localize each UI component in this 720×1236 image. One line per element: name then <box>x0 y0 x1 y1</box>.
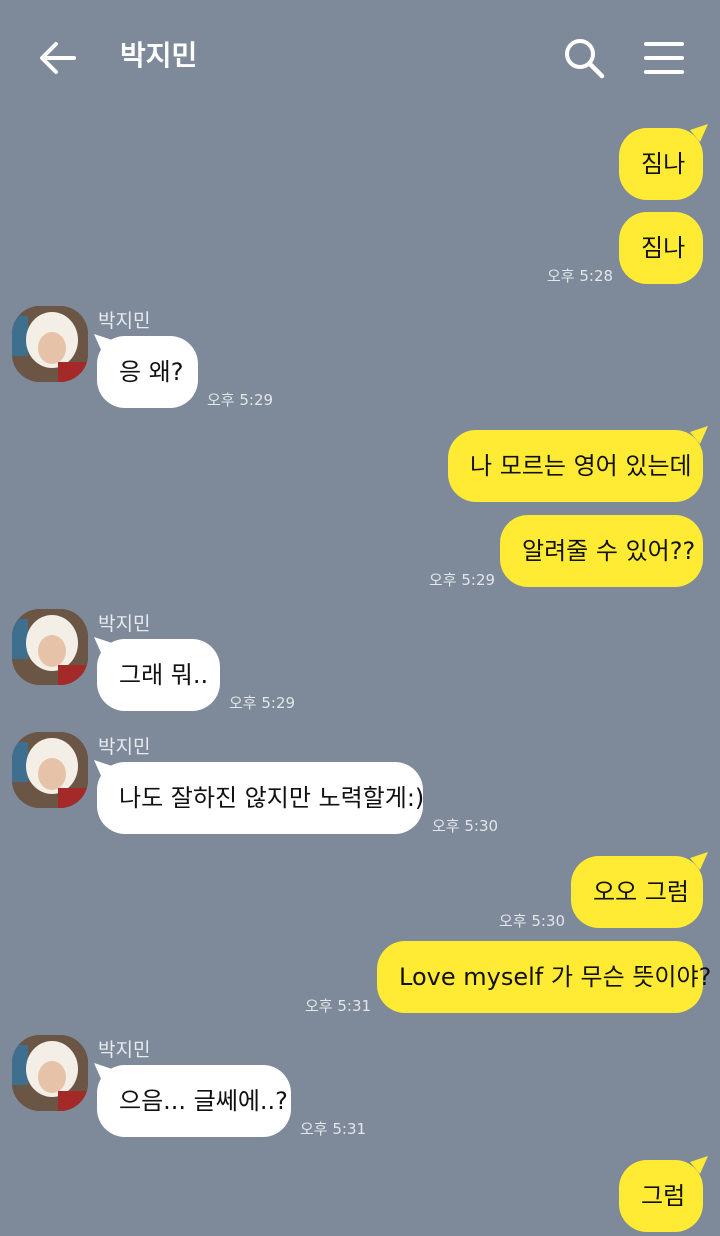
message-time: 오후 5:29 <box>207 391 274 409</box>
message-text: 으음... 글쎄에..? <box>119 1087 288 1115</box>
sender-name: 박지민 <box>98 1039 151 1061</box>
hamburger-menu-icon <box>644 42 684 74</box>
sender-name: 박지민 <box>98 310 151 332</box>
profile-photo <box>12 1035 88 1111</box>
their-message-bubble[interactable]: 나도 잘하진 않지만 노력할게:) <box>97 762 425 834</box>
avatar[interactable] <box>12 306 88 382</box>
message-time: 오후 5:31 <box>305 997 372 1015</box>
message-time: 오후 5:30 <box>499 912 566 930</box>
bubble-tail <box>690 852 708 870</box>
search-icon <box>565 39 605 79</box>
my-message-bubble[interactable]: Love myself 가 무슨 뜻이야? <box>377 941 711 1013</box>
message-text: 알려줄 수 있어?? <box>522 537 696 565</box>
profile-photo <box>12 609 88 685</box>
avatar[interactable] <box>12 1035 88 1111</box>
my-message-bubble[interactable]: 짐나 <box>619 212 703 284</box>
profile-photo <box>12 306 88 382</box>
message-text: 그래 뭐.. <box>119 661 209 689</box>
message-text: 오오 그럼 <box>593 878 689 906</box>
message-text: 짐나 <box>641 150 686 178</box>
their-message-bubble[interactable]: 응 왜? <box>97 336 198 408</box>
their-message-bubble[interactable]: 으음... 글쎄에..? <box>97 1065 291 1137</box>
message-text: 응 왜? <box>119 358 184 386</box>
avatar[interactable] <box>12 732 88 808</box>
menu-button[interactable] <box>640 34 688 82</box>
sender-name: 박지민 <box>98 736 151 758</box>
message-text: 나 모르는 영어 있는데 <box>470 452 692 480</box>
search-button[interactable] <box>560 34 608 82</box>
back-button[interactable] <box>36 36 80 80</box>
my-message-bubble[interactable]: 알려줄 수 있어?? <box>500 515 703 587</box>
message-time: 오후 5:29 <box>229 694 296 712</box>
bubble-tail <box>690 124 708 142</box>
chat-header: 박지민 <box>0 0 720 112</box>
avatar[interactable] <box>12 609 88 685</box>
bubble-tail <box>690 426 708 444</box>
chat-title: 박지민 <box>120 39 198 72</box>
arrow-left-icon <box>40 42 76 74</box>
message-time: 오후 5:28 <box>547 267 614 285</box>
profile-photo <box>12 732 88 808</box>
my-message-bubble[interactable]: 나 모르는 영어 있는데 <box>448 430 703 502</box>
message-text: 짐나 <box>641 234 686 262</box>
bubble-tail <box>690 1156 708 1174</box>
message-time: 오후 5:31 <box>300 1120 367 1138</box>
message-time: 오후 5:29 <box>429 571 496 589</box>
my-message-bubble[interactable]: 오오 그럼 <box>571 856 703 928</box>
message-text: Love myself 가 무슨 뜻이야? <box>399 963 712 991</box>
their-message-bubble[interactable]: 그래 뭐.. <box>97 639 220 711</box>
message-time: 오후 5:30 <box>432 817 499 835</box>
message-text: 그럼 <box>641 1182 686 1210</box>
sender-name: 박지민 <box>98 613 151 635</box>
message-text: 나도 잘하진 않지만 노력할게:) <box>119 784 425 812</box>
